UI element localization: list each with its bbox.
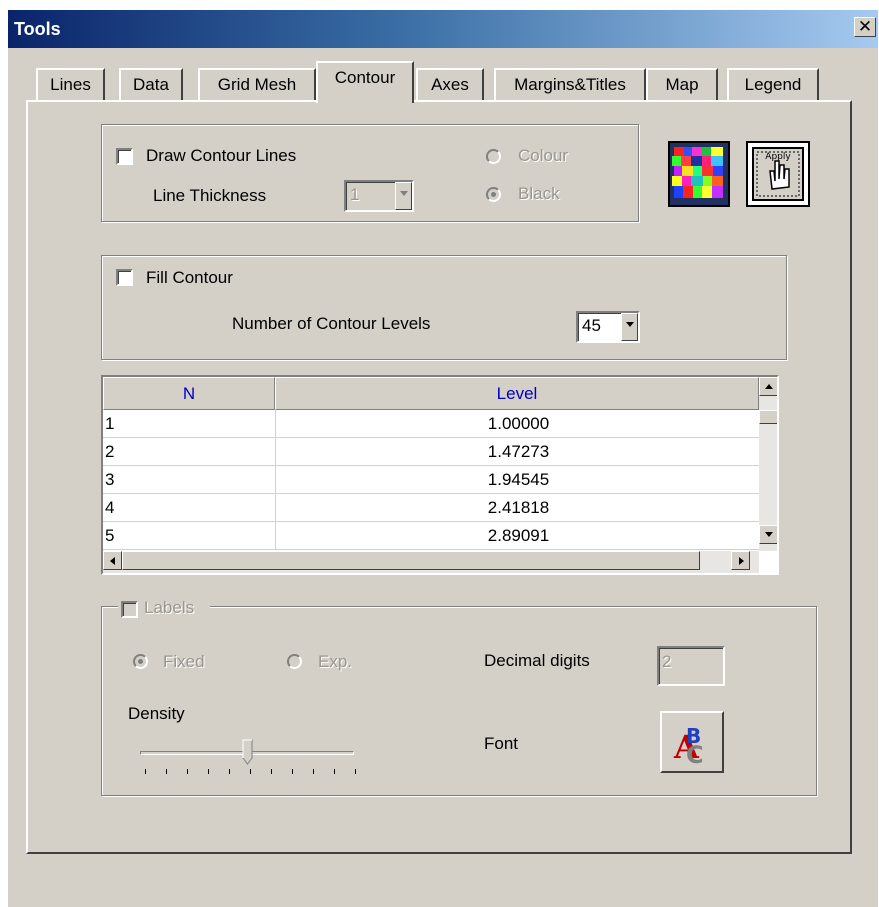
tab-data[interactable]: Data [119, 68, 183, 101]
scroll-up-button[interactable] [759, 377, 777, 396]
density-slider[interactable] [132, 736, 362, 778]
contour-levels-label: Number of Contour Levels [232, 314, 431, 333]
slider-tick [355, 769, 356, 774]
apply-hand-icon: Apply [752, 147, 804, 201]
tab-legend[interactable]: Legend [727, 68, 819, 101]
table-row[interactable]: 4 2.41818 [103, 494, 759, 522]
black-radio-label: Black [518, 184, 560, 203]
black-radio[interactable] [486, 187, 501, 202]
horizontal-scrollbar[interactable] [103, 551, 759, 573]
labels-group-title: Labels [144, 598, 195, 617]
scroll-down-button[interactable] [759, 525, 777, 544]
line-thickness-select[interactable]: 1 [344, 180, 414, 212]
density-slider-thumb[interactable] [242, 739, 253, 765]
tab-margins-titles[interactable]: Margins&Titles [494, 68, 646, 101]
slider-tick [229, 769, 230, 774]
contour-levels-select[interactable]: 45 [576, 311, 640, 343]
slider-tick [250, 769, 251, 774]
slider-tick [271, 769, 272, 774]
colour-radio[interactable] [486, 149, 501, 164]
tab-lines[interactable]: Lines [36, 68, 105, 101]
scroll-thumb[interactable] [759, 410, 777, 424]
title-bar[interactable]: Tools ✕ [8, 10, 878, 48]
table-row[interactable]: 3 1.94545 [103, 466, 759, 494]
column-header-n[interactable]: N [103, 377, 275, 410]
tab-map[interactable]: Map [646, 68, 718, 101]
fill-contour-checkbox[interactable] [116, 269, 133, 286]
tab-contour[interactable]: Contour [316, 61, 414, 103]
draw-contour-lines-label: Draw Contour Lines [146, 146, 297, 165]
slider-tick [313, 769, 314, 774]
slider-tick [292, 769, 293, 774]
slider-tick [145, 769, 146, 774]
tab-grid-mesh[interactable]: Grid Mesh [198, 68, 316, 101]
exp-radio-label: Exp. [318, 652, 353, 671]
column-header-level[interactable]: Level [275, 377, 759, 410]
window-title: Tools [14, 19, 61, 39]
tab-axes[interactable]: Axes [416, 68, 484, 101]
line-thickness-label: Line Thickness [153, 186, 267, 205]
slider-tick [208, 769, 209, 774]
slider-tick [187, 769, 188, 774]
chevron-down-icon [395, 182, 412, 210]
font-label: Font [484, 734, 519, 753]
svg-text:B: B [686, 724, 701, 748]
fixed-radio-label: Fixed [163, 652, 205, 671]
decimal-digits-label: Decimal digits [484, 651, 590, 670]
cell-level: 1.94545 [487, 470, 550, 489]
table-row[interactable]: 2 1.47273 [103, 438, 759, 466]
chevron-down-icon [621, 313, 638, 341]
exp-radio[interactable] [287, 654, 302, 669]
slider-tick [166, 769, 167, 774]
scroll-thumb[interactable] [122, 551, 700, 570]
decimal-digits-field[interactable]: 2 [657, 646, 725, 686]
table-row[interactable]: 5 2.89091 [103, 522, 759, 550]
labels-checkbox[interactable] [121, 601, 138, 618]
colour-palette-icon[interactable] [668, 141, 730, 207]
font-abc-icon: A C B [673, 724, 704, 769]
cell-level: 2.89091 [487, 526, 550, 545]
close-icon: ✕ [857, 17, 873, 36]
font-button[interactable]: A C B [660, 711, 724, 773]
scroll-left-button[interactable] [103, 551, 122, 570]
scroll-right-button[interactable] [731, 551, 750, 570]
apply-button[interactable]: Apply [746, 141, 810, 207]
vertical-scrollbar[interactable] [759, 377, 777, 551]
contour-levels-table[interactable]: N Level 1 1.00000 2 1.47273 3 1.94545 4 2.41818… [101, 375, 779, 575]
draw-contour-lines-checkbox[interactable] [116, 148, 133, 165]
cell-level: 1.00000 [487, 414, 550, 433]
close-button[interactable]: ✕ [854, 17, 876, 37]
density-label: Density [128, 704, 185, 723]
slider-tick [334, 769, 335, 774]
cell-level: 1.47273 [487, 442, 550, 461]
fill-contour-label: Fill Contour [146, 268, 233, 287]
fixed-radio[interactable] [133, 654, 148, 669]
cell-level: 2.41818 [487, 498, 550, 517]
table-row[interactable]: 1 1.00000 [103, 410, 759, 438]
svg-text:Apply: Apply [765, 152, 791, 162]
colour-radio-label: Colour [518, 146, 569, 165]
